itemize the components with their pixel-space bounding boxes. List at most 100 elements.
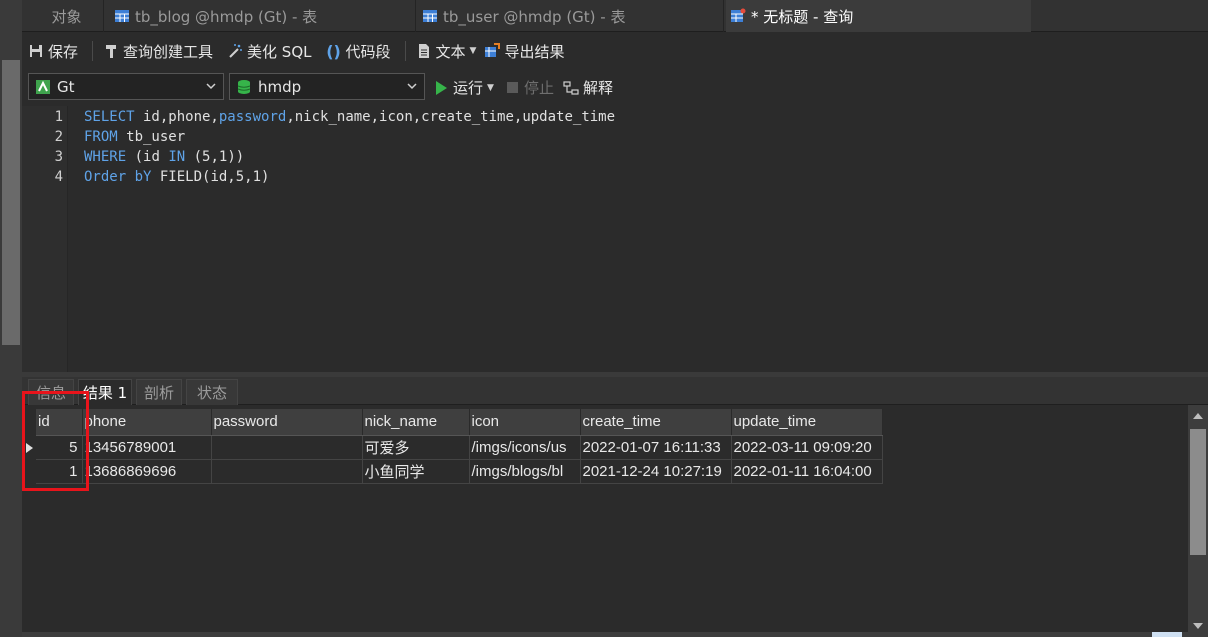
table-icon xyxy=(423,10,437,22)
left-panel-strip xyxy=(0,0,22,637)
tab-status-label: 状态 xyxy=(196,384,227,402)
tab-tb-user-label: tb_user @hmdp (Gt) - 表 xyxy=(443,7,626,26)
scroll-thumb[interactable] xyxy=(1152,632,1182,637)
column-header-phone[interactable]: phone xyxy=(82,409,212,436)
line-number: 2 xyxy=(54,129,63,145)
table-cell[interactable] xyxy=(211,459,363,484)
document-icon xyxy=(418,44,429,58)
run-button[interactable]: 运行 ▼ xyxy=(436,77,496,98)
query-icon xyxy=(731,8,746,22)
sql-keyword: IN xyxy=(168,149,186,165)
code-snippet-label: 代码段 xyxy=(345,42,391,61)
line-number: 1 xyxy=(54,109,63,125)
table-cell[interactable]: /imgs/blogs/bl xyxy=(469,459,581,484)
result-grid: id phone password nick_name icon create_… xyxy=(22,405,1188,632)
play-icon xyxy=(436,80,447,95)
left-panel-scroll-thumb[interactable] xyxy=(2,60,20,345)
sql-editor[interactable]: 1 2 3 4 SELECT id,phone,password,nick_na… xyxy=(22,106,1208,372)
explain-button[interactable]: 解释 xyxy=(563,77,613,98)
stop-icon xyxy=(507,82,518,93)
toolbar-divider xyxy=(92,41,94,61)
hammer-icon xyxy=(106,45,117,58)
code-text: (id xyxy=(126,149,169,165)
caret-down-icon: ▼ xyxy=(487,82,494,93)
tab-tb-blog[interactable]: tb_blog @hmdp (Gt) - 表 xyxy=(110,0,416,32)
query-builder-button[interactable]: 查询创建工具 xyxy=(103,41,213,62)
run-label: 运行 xyxy=(453,79,484,97)
export-icon xyxy=(485,43,501,57)
table-row[interactable]: 5 13456789001 可爱多 /imgs/icons/us 2022-01… xyxy=(36,435,883,460)
table-header-row: id phone password nick_name icon create_… xyxy=(36,409,883,436)
code-line: FROM tb_user xyxy=(84,129,185,145)
column-header-icon[interactable]: icon xyxy=(469,409,581,436)
beautify-sql-button[interactable]: 美化 SQL xyxy=(227,41,312,62)
code-text: ,nick_name,icon,create_time,update_time xyxy=(286,109,616,125)
database-value: hmdp xyxy=(258,77,302,96)
sql-keyword: password xyxy=(218,109,287,125)
document-tab-bar: 对象 tb_blog @hmdp (Gt) - 表 tb_user @hmdp … xyxy=(22,0,1208,32)
toolbar-divider xyxy=(404,41,406,61)
code-line: WHERE (id IN (5,1)) xyxy=(84,149,244,165)
tab-profile-label: 剖析 xyxy=(143,384,174,402)
table-cell[interactable]: 13456789001 xyxy=(82,435,212,460)
table-cell[interactable]: 2022-01-11 16:04:00 xyxy=(731,459,883,484)
tab-result-1-label: 结果 1 xyxy=(82,384,128,402)
connection-value: Gt xyxy=(57,77,75,96)
code-text: id,phone, xyxy=(134,109,219,125)
column-header-nick-name[interactable]: nick_name xyxy=(362,409,470,436)
id-column-highlight xyxy=(22,391,89,491)
parentheses-icon: () xyxy=(326,41,341,61)
explain-label: 解释 xyxy=(583,79,614,97)
export-results-label: 导出结果 xyxy=(504,42,565,61)
column-header-update-time[interactable]: update_time xyxy=(731,409,883,436)
connection-select[interactable]: Gt xyxy=(28,73,224,100)
tab-status[interactable]: 状态 xyxy=(186,379,238,405)
scroll-up-icon[interactable] xyxy=(1193,413,1203,419)
text-mode-dropdown[interactable]: 文本 ▼ xyxy=(416,41,479,62)
scroll-down-icon[interactable] xyxy=(1193,623,1203,629)
save-button[interactable]: 保存 xyxy=(28,41,78,62)
tab-objects-label: 对象 xyxy=(51,7,82,26)
text-mode-label: 文本 xyxy=(435,42,466,61)
save-icon xyxy=(30,45,42,57)
scroll-thumb[interactable] xyxy=(1190,429,1206,555)
result-horizontal-scrollbar[interactable] xyxy=(22,632,1188,637)
save-label: 保存 xyxy=(48,42,79,61)
database-select[interactable]: hmdp xyxy=(229,73,425,100)
table-cell[interactable]: 小鱼同学 xyxy=(362,459,470,484)
table-cell[interactable]: 13686869696 xyxy=(82,459,212,484)
table-cell[interactable]: 2022-03-11 09:09:20 xyxy=(731,435,883,460)
chevron-down-icon xyxy=(407,83,417,90)
table-cell[interactable]: 可爱多 xyxy=(362,435,470,460)
table-cell[interactable] xyxy=(211,435,363,460)
tab-tb-blog-label: tb_blog @hmdp (Gt) - 表 xyxy=(135,7,318,26)
query-toolbar: 保存 查询创建工具 美化 SQL () 代码段 文本 ▼ 导出结果 xyxy=(22,33,1208,69)
table-cell[interactable]: 2021-12-24 10:27:19 xyxy=(580,459,732,484)
sql-keyword: Order bY xyxy=(84,169,152,185)
column-header-create-time[interactable]: create_time xyxy=(580,409,732,436)
connection-icon xyxy=(36,79,50,94)
result-table: id phone password nick_name icon create_… xyxy=(36,409,883,484)
chevron-down-icon xyxy=(206,83,216,90)
explain-icon xyxy=(563,80,579,95)
tab-tb-user[interactable]: tb_user @hmdp (Gt) - 表 xyxy=(418,0,724,32)
table-cell[interactable]: /imgs/icons/us xyxy=(469,435,581,460)
stop-button[interactable]: 停止 xyxy=(507,77,554,98)
tab-profile[interactable]: 剖析 xyxy=(136,379,182,405)
export-results-button[interactable]: 导出结果 xyxy=(484,41,564,62)
tab-untitled-query[interactable]: * 无标题 - 查询 xyxy=(726,0,1031,32)
table-cell[interactable]: 2022-01-07 16:11:33 xyxy=(580,435,732,460)
code-text: tb_user xyxy=(117,129,186,145)
column-header-password[interactable]: password xyxy=(211,409,363,436)
magic-wand-icon xyxy=(229,44,243,58)
database-icon xyxy=(237,79,251,94)
beautify-sql-label: 美化 SQL xyxy=(247,42,312,61)
code-text: FIELD(id,5,1) xyxy=(151,169,270,185)
code-snippet-button[interactable]: () 代码段 xyxy=(326,41,391,62)
table-icon xyxy=(115,10,129,22)
result-vertical-scrollbar[interactable] xyxy=(1188,405,1208,637)
sql-keyword: SELECT xyxy=(84,109,135,125)
table-row[interactable]: 1 13686869696 小鱼同学 /imgs/blogs/bl 2021-1… xyxy=(36,459,883,484)
code-line: Order bY FIELD(id,5,1) xyxy=(84,169,269,185)
tab-objects[interactable]: 对象 xyxy=(22,0,104,32)
